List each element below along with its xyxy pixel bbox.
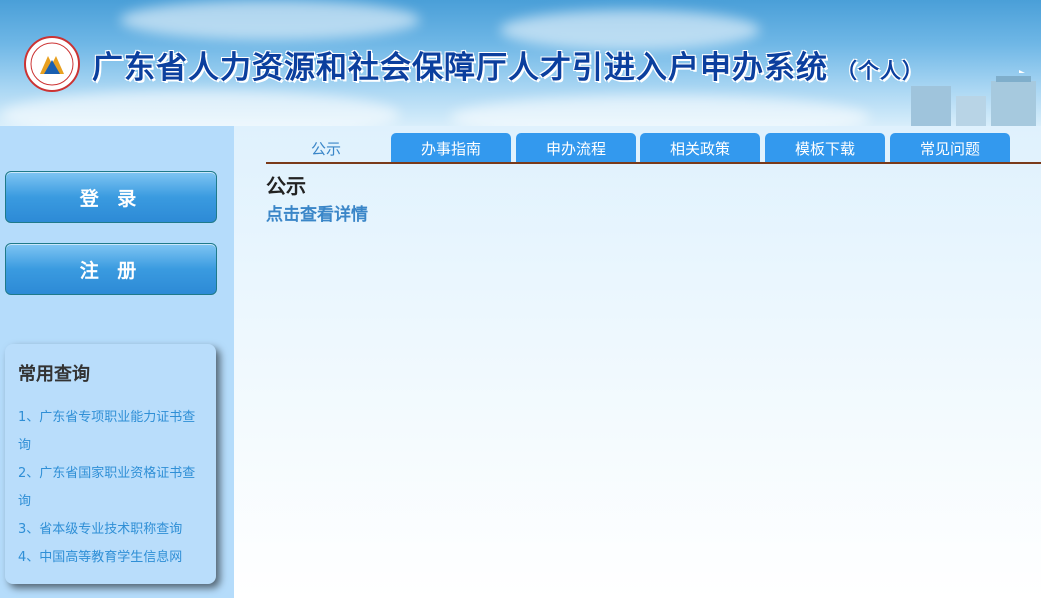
main-content: 公示 办事指南 申办流程 相关政策 模板下载 常见问题 公示 点击查看详情 bbox=[234, 126, 1041, 598]
system-title: 广东省人力资源和社会保障厅人才引进入户申办系统 bbox=[92, 50, 828, 86]
hrss-emblem-icon bbox=[24, 36, 80, 92]
tab-divider bbox=[266, 162, 1041, 164]
tab-template-download[interactable]: 模板下载 bbox=[765, 133, 885, 163]
query-panel-title: 常用查询 bbox=[18, 364, 90, 385]
tab-related-policies[interactable]: 相关政策 bbox=[640, 133, 760, 163]
page-title: 广东省人力资源和社会保障厅人才引进入户申办系统 （个人） bbox=[92, 42, 924, 87]
campus-buildings-icon bbox=[911, 70, 1036, 126]
tab-application-process[interactable]: 申办流程 bbox=[516, 133, 636, 163]
page-header: 广东省人力资源和社会保障厅人才引进入户申办系统 （个人） bbox=[0, 0, 1041, 126]
tab-service-guide[interactable]: 办事指南 bbox=[391, 133, 511, 163]
login-button[interactable]: 登 录 bbox=[5, 171, 217, 223]
tab-announcement[interactable]: 公示 bbox=[266, 133, 386, 163]
common-query-panel: 常用查询 1、广东省专项职业能力证书查询 2、广东省国家职业资格证书查询 3、省… bbox=[5, 344, 216, 584]
tab-faq[interactable]: 常见问题 bbox=[890, 133, 1010, 163]
content-title: 公示 bbox=[266, 174, 306, 198]
query-link-professional-title[interactable]: 3、省本级专业技术职称查询 bbox=[18, 516, 208, 544]
cloud-decoration bbox=[450, 95, 870, 126]
cloud-decoration bbox=[0, 90, 400, 126]
query-link-national-qualification-cert[interactable]: 2、广东省国家职业资格证书查询 bbox=[18, 460, 208, 516]
view-details-link[interactable]: 点击查看详情 bbox=[266, 200, 368, 225]
cloud-decoration bbox=[120, 0, 420, 40]
query-link-special-ability-cert[interactable]: 1、广东省专项职业能力证书查询 bbox=[18, 404, 208, 460]
query-link-chsi[interactable]: 4、中国高等教育学生信息网 bbox=[18, 544, 208, 572]
query-list: 1、广东省专项职业能力证书查询 2、广东省国家职业资格证书查询 3、省本级专业技… bbox=[18, 404, 208, 572]
register-button[interactable]: 注 册 bbox=[5, 243, 217, 295]
sidebar: 登 录 注 册 常用查询 1、广东省专项职业能力证书查询 2、广东省国家职业资格… bbox=[0, 126, 234, 598]
